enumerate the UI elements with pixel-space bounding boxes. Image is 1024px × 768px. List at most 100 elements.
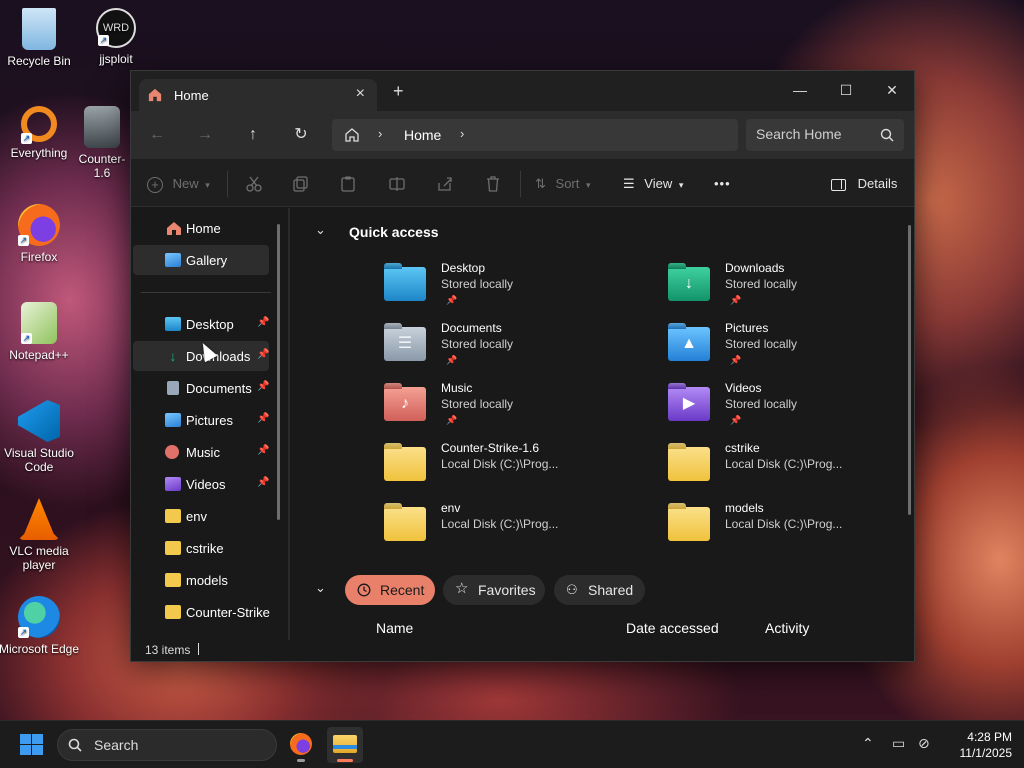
sidebar-item-videos[interactable]: Videos 📌: [133, 469, 269, 499]
taskbar-search-input[interactable]: [94, 737, 264, 753]
sidebar-item-cstrike[interactable]: cstrike: [133, 533, 269, 563]
windows-logo-icon: [20, 734, 31, 744]
pill-label: Recent: [380, 582, 425, 598]
pane-divider[interactable]: [288, 208, 290, 640]
volume-muted-icon[interactable]: ⊘: [918, 735, 930, 752]
search-box[interactable]: [746, 119, 904, 151]
new-button[interactable]: + New ▾: [147, 173, 210, 195]
pin-icon: 📌: [446, 415, 458, 425]
sidebar-item-counter-strike[interactable]: Counter-Strike-: [133, 597, 270, 627]
more-options-button[interactable]: •••: [714, 173, 731, 195]
network-icon[interactable]: ▭: [892, 735, 905, 752]
minimize-button[interactable]: —: [777, 75, 823, 105]
quick-access-item-cstrike[interactable]: cstrike Local Disk (C:)\Prog...: [668, 441, 911, 497]
folder-icon: [165, 605, 181, 619]
search-input[interactable]: [756, 126, 876, 142]
share-icon[interactable]: [436, 175, 454, 193]
tab-shared[interactable]: ⚇ Shared: [554, 575, 645, 605]
content-scrollbar[interactable]: [908, 225, 911, 515]
chevron-down-icon[interactable]: ⌄: [315, 222, 326, 238]
counter-strike-icon: [84, 106, 120, 148]
file-explorer-icon: [333, 735, 357, 753]
taskbar-file-explorer[interactable]: [327, 727, 363, 763]
taskbar-search[interactable]: [57, 729, 277, 761]
sidebar-item-models[interactable]: models: [133, 565, 269, 595]
desktop-icon-edge[interactable]: ↗ Microsoft Edge: [0, 596, 81, 656]
sort-button[interactable]: ⇅ Sort ▾: [535, 173, 591, 195]
desktop-icon-label: Visual Studio Code: [4, 446, 74, 474]
sidebar-scrollbar[interactable]: [277, 224, 280, 520]
taskbar-firefox[interactable]: [283, 727, 319, 763]
desktop-icon-everything[interactable]: ↗ Everything: [0, 106, 81, 160]
sidebar-item-pictures[interactable]: Pictures 📌: [133, 405, 269, 435]
desktop-icon-label: Microsoft Edge: [0, 642, 80, 656]
quick-access-item-videos[interactable]: ▶ Videos Stored locally 📌: [668, 381, 911, 437]
close-tab-icon[interactable]: ×: [356, 85, 365, 103]
notepad-plus-plus-icon: ↗: [21, 302, 57, 344]
desktop-icon-recycle-bin[interactable]: Recycle Bin: [0, 8, 81, 68]
delete-icon[interactable]: [484, 175, 502, 193]
shortcut-arrow-icon: ↗: [18, 627, 29, 638]
everything-search-icon: ↗: [21, 106, 57, 144]
clock[interactable]: 4:28 PM 11/1/2025: [940, 729, 1013, 761]
pin-icon: 📌: [257, 477, 270, 488]
item-location: Local Disk (C:)\Prog...: [441, 457, 559, 471]
view-label: View: [644, 176, 673, 191]
cut-icon[interactable]: [245, 175, 263, 193]
paste-icon[interactable]: [339, 175, 357, 193]
desktop-icon-vscode[interactable]: Visual Studio Code: [0, 400, 81, 474]
details-pane-icon: [831, 178, 846, 191]
address-bar[interactable]: › Home ›: [332, 119, 738, 151]
sidebar-item-label: Home: [186, 221, 221, 236]
quick-access-item-desktop[interactable]: Desktop Stored locally 📌: [384, 261, 644, 317]
desktop-icon-firefox[interactable]: ↗ Firefox: [0, 204, 81, 264]
tab-home[interactable]: Home ×: [139, 79, 377, 111]
item-name: Counter-Strike-1.6: [441, 441, 540, 455]
back-button[interactable]: ←: [145, 123, 169, 147]
up-button[interactable]: ↑: [241, 123, 265, 147]
desktop-icon-jjsploit[interactable]: WRD ↗ jjsploit: [74, 8, 158, 66]
vscode-icon: [18, 400, 60, 442]
column-header-activity[interactable]: Activity: [765, 620, 809, 636]
desktop-icon-counter-strike[interactable]: Counter- 1.6: [74, 106, 130, 180]
rename-icon[interactable]: [388, 175, 406, 193]
divider: [227, 171, 228, 197]
breadcrumb[interactable]: Home: [404, 127, 441, 143]
pin-icon: 📌: [257, 317, 270, 328]
show-hidden-icons-chevron-icon[interactable]: ⌃: [862, 735, 874, 752]
view-button[interactable]: ☰ View ▾: [623, 173, 683, 195]
forward-button[interactable]: →: [193, 123, 217, 147]
quick-access-item-documents[interactable]: ☰ Documents Stored locally 📌: [384, 321, 644, 377]
sidebar-item-music[interactable]: Music 📌: [133, 437, 269, 467]
quick-access-item-env[interactable]: env Local Disk (C:)\Prog...: [384, 501, 644, 557]
item-location: Local Disk (C:)\Prog...: [725, 457, 843, 471]
copy-icon[interactable]: [292, 175, 310, 193]
sidebar-item-gallery[interactable]: Gallery: [133, 245, 269, 275]
tab-favorites[interactable]: ☆ Favorites: [443, 575, 545, 605]
desktop-icon-notepad-plus-plus[interactable]: ↗ Notepad++: [0, 302, 81, 362]
sidebar-item-documents[interactable]: Documents 📌: [133, 373, 269, 403]
sidebar-item-desktop[interactable]: Desktop 📌: [133, 309, 269, 339]
chevron-right-icon[interactable]: ›: [460, 126, 464, 141]
quick-access-item-models[interactable]: models Local Disk (C:)\Prog...: [668, 501, 911, 557]
quick-access-item-counter-strike[interactable]: Counter-Strike-1.6 Local Disk (C:)\Prog.…: [384, 441, 644, 497]
sidebar-item-home[interactable]: Home: [133, 213, 269, 243]
close-window-button[interactable]: ✕: [869, 75, 915, 105]
recent-section-chevron-icon[interactable]: ⌄: [315, 580, 326, 596]
refresh-button[interactable]: ↻: [289, 123, 313, 147]
maximize-button[interactable]: ☐: [823, 75, 869, 105]
sidebar-item-env[interactable]: env: [133, 501, 269, 531]
desktop-icon-vlc[interactable]: VLC media player: [0, 498, 81, 572]
start-button[interactable]: [20, 734, 44, 756]
quick-access-item-music[interactable]: ♪ Music Stored locally 📌: [384, 381, 644, 437]
column-header-name[interactable]: Name: [376, 620, 413, 636]
column-header-date-accessed[interactable]: Date accessed: [626, 620, 719, 636]
item-name: Documents: [441, 321, 502, 335]
quick-access-item-pictures[interactable]: ▲ Pictures Stored locally 📌: [668, 321, 911, 377]
tab-recent[interactable]: Recent: [345, 575, 435, 605]
item-count: 13 items: [145, 643, 191, 657]
new-tab-button[interactable]: +: [393, 82, 404, 100]
quick-access-item-downloads[interactable]: ↓ Downloads Stored locally 📌: [668, 261, 911, 317]
desktop-icon-label: jjsploit: [99, 52, 133, 66]
details-button[interactable]: Details: [831, 173, 897, 195]
